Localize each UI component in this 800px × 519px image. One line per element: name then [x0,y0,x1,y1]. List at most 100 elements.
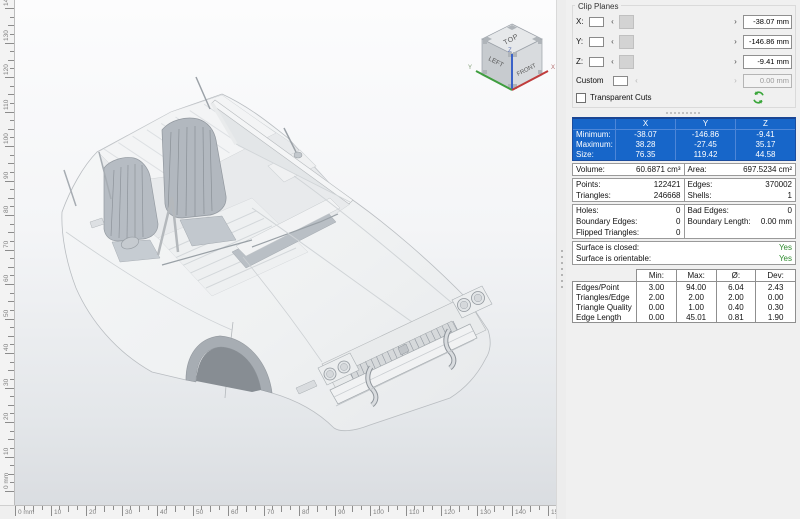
ruler-tick [281,506,282,512]
axis-z-label: Z [508,48,512,54]
shells-label: Shells: [688,190,712,201]
mesh-issues-box: Holes: 0 Bad Edges: 0 Boundary Edges: 0 … [572,204,796,239]
boundary-length-label: Boundary Length: [688,216,751,227]
clip-planes-title: Clip Planes [575,2,621,11]
bounds-table: X Y Z Minimum: -38.07 -146.86 -9.41 Maxi… [572,117,796,161]
ruler-tick [10,34,14,35]
scene-3d[interactable]: TOP LEFT FRONT Z Y X [15,0,556,505]
ruler-label: 90 [338,509,345,516]
panel-splitter[interactable] [556,0,566,519]
clip-y-checkbox[interactable] [589,37,604,47]
ruler-tick [335,506,336,516]
clip-z-checkbox[interactable] [589,57,604,67]
points-value: 122421 [654,179,681,190]
stats-splitter-grip[interactable] [666,109,700,116]
clip-x-arrow-left-icon[interactable]: ‹ [608,14,617,29]
ruler-tick [317,506,318,512]
model-3d-car[interactable] [62,77,492,431]
axis-y-label: Y [468,65,472,71]
mirror-right [294,152,302,158]
ruler-tick [246,506,247,512]
ruler-tick [8,439,14,440]
ruler-tick [8,25,14,26]
clip-z-value-input[interactable] [743,55,792,69]
ruler-tick [441,506,442,516]
boundary-length-value: 0.00 mm [761,216,792,227]
ruler-tick [10,155,14,156]
boundary-edges-value: 0 [676,216,680,227]
statistics-section: X Y Z Minimum: -38.07 -146.86 -9.41 Maxi… [572,117,796,323]
refresh-icon[interactable] [752,91,765,104]
clip-plane-row-x: X: ‹ › [576,14,792,29]
clip-z-arrow-right-icon[interactable]: › [731,54,740,69]
shells-value: 1 [788,190,792,201]
clip-y-slider-handle[interactable] [619,35,634,49]
quality-row-triangles-edge: Triangles/Edge 2.00 2.00 2.00 0.00 [573,292,796,302]
clip-plane-row-custom: Custom ‹ › [576,74,792,87]
ruler-tick [42,506,43,510]
ruler-tick [166,506,167,510]
nav-cube[interactable]: TOP LEFT FRONT Z Y X [468,24,555,90]
clip-custom-arrow-right-icon: › [731,73,740,88]
bounds-col-x: X [615,119,675,129]
ruler-tick [10,413,14,414]
clip-x-checkbox[interactable] [589,17,604,27]
ruler-label: 0 mm [3,473,10,489]
ruler-tick [8,336,14,337]
splitter-grip[interactable] [560,248,564,288]
ruler-tick [521,506,522,510]
ruler-tick [5,43,14,44]
bad-edges-label: Bad Edges: [688,205,729,216]
ruler-label: 80 [3,206,10,213]
ruler-vertical: 0 mm102030405060708090100110120130140 [0,0,15,505]
quality-row-edge-length: Edge Length 0.00 45.01 0.81 1.90 [573,312,796,323]
ruler-tick [264,506,265,516]
ruler-tick [51,506,52,516]
ruler-tick [210,506,211,512]
axis-x-label: X [551,65,555,71]
ruler-tick [77,506,78,510]
ruler-tick [130,506,131,510]
clip-y-arrow-left-icon[interactable]: ‹ [608,34,617,49]
ruler-tick [530,506,531,512]
clip-x-value-input[interactable] [743,15,792,29]
clip-x-arrow-right-icon[interactable]: › [731,14,740,29]
scene-canvas[interactable]: TOP LEFT FRONT Z Y X [15,0,556,505]
ruler-tick [5,146,14,147]
clip-y-arrow-right-icon[interactable]: › [731,34,740,49]
boundary-edges-label: Boundary Edges: [576,216,637,227]
ruler-label: 110 [409,509,419,516]
ruler-tick [326,506,327,510]
transparent-cuts-checkbox[interactable] [576,93,586,103]
ruler-tick [10,241,14,242]
transparent-cuts-label: Transparent Cuts [590,93,652,102]
ruler-corner [0,505,15,519]
ruler-tick [201,506,202,510]
points-label: Points: [576,179,600,190]
ruler-tick [8,301,14,302]
bounds-row-minimum: Minimum: -38.07 -146.86 -9.41 [573,130,795,140]
quality-table: Min: Max: Ø: Dev: Edges/Point 3.00 94.00… [572,269,796,323]
ruler-tick [10,86,14,87]
ruler-tick [10,258,14,259]
ruler-label: 20 [89,509,96,516]
clip-x-slider[interactable] [618,15,730,29]
ruler-tick [10,206,14,207]
ruler-tick [10,327,14,328]
ruler-label: 140 [515,509,526,516]
clip-y-value-input[interactable] [743,35,792,49]
clip-custom-slider [642,74,730,88]
clip-custom-checkbox[interactable] [613,76,628,86]
ruler-tick [485,506,486,510]
ruler-tick [388,506,389,512]
clip-z-arrow-left-icon[interactable]: ‹ [608,54,617,69]
ruler-tick [5,457,14,458]
ruler-tick [10,137,14,138]
clip-x-slider-handle[interactable] [619,15,634,29]
clip-z-label: Z: [576,57,589,66]
clip-z-slider[interactable] [618,55,730,69]
clip-z-slider-handle[interactable] [619,55,634,69]
clip-y-slider[interactable] [618,35,730,49]
ruler-tick [503,506,504,510]
ruler-tick [5,181,14,182]
